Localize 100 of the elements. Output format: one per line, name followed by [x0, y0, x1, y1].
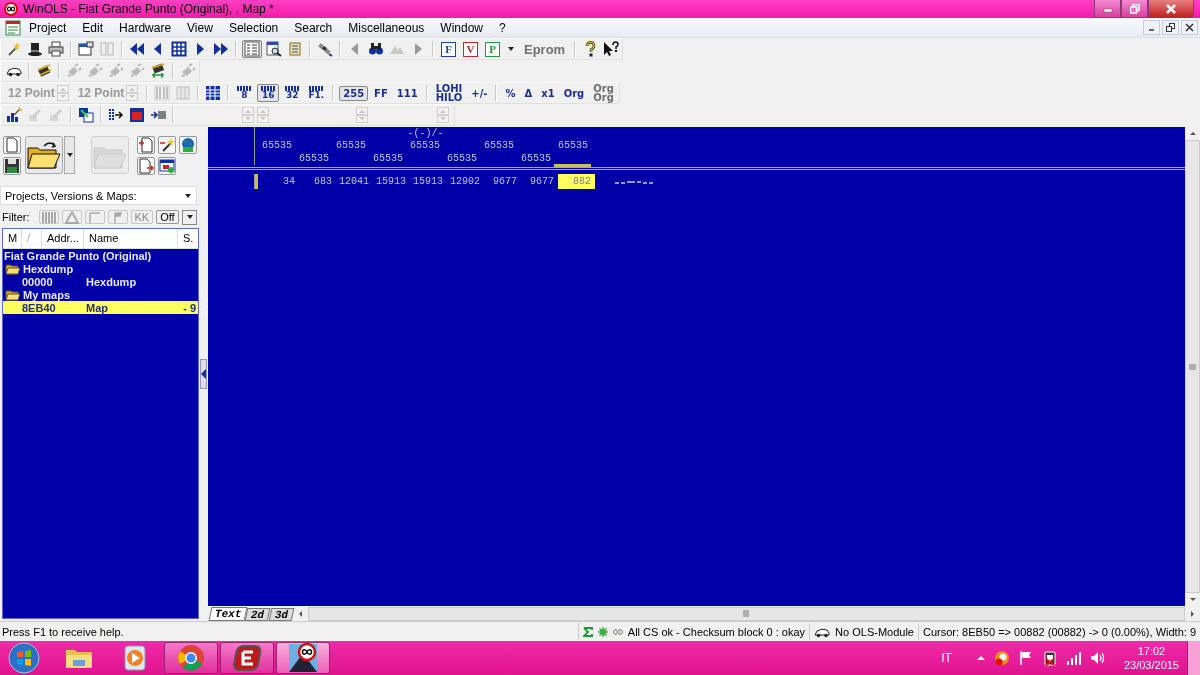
column-header: 65535 [372, 152, 404, 165]
dropdown-button[interactable] [182, 209, 197, 225]
double-right-arrow-icon[interactable] [213, 41, 229, 57]
menu-item[interactable]: Miscellaneous [340, 20, 433, 35]
view-tab[interactable]: Text [208, 607, 248, 621]
map-item[interactable]: 8EB40 Map - 9 [3, 301, 198, 314]
open-folder-button[interactable] [25, 136, 63, 174]
down-arrow-icon [1188, 596, 1197, 603]
window-icon [159, 157, 175, 174]
menu-item[interactable]: Edit [74, 20, 112, 35]
project-title[interactable]: Fiat Grande Punto (Original) [3, 249, 198, 262]
satellite-icon[interactable] [317, 41, 333, 57]
table-cell[interactable]: 34 [262, 174, 299, 189]
menu-item[interactable]: Selection [220, 20, 287, 35]
format-button[interactable]: +/- [468, 86, 491, 100]
chip-icon[interactable] [36, 63, 52, 79]
close-button[interactable] [1148, 0, 1194, 18]
window-icon[interactable] [129, 107, 145, 123]
filter-icon [41, 210, 56, 224]
maximize-button[interactable] [1121, 0, 1148, 18]
bit-width-button[interactable]: 8 [234, 85, 255, 101]
menu-item[interactable]: Search [286, 20, 341, 35]
bit-width-button[interactable]: F1. [305, 85, 328, 101]
bar-chart-icon[interactable] [6, 107, 22, 123]
mode-button[interactable]: V [463, 41, 478, 57]
format-button[interactable]: x1 [538, 86, 558, 100]
top-hat-icon[interactable] [27, 41, 43, 57]
window-icon[interactable] [78, 41, 94, 57]
folder-item[interactable]: My maps [3, 288, 198, 301]
format-button[interactable]: 255 [339, 85, 369, 101]
wand-button[interactable] [158, 135, 176, 154]
power-plug-icon[interactable] [1041, 650, 1058, 666]
wand-icon[interactable] [6, 41, 22, 57]
table-cell[interactable]: 15913 [373, 174, 410, 189]
map-item[interactable]: 00000 Hexdump [3, 275, 198, 288]
table-cell[interactable]: 9677 [484, 174, 521, 189]
table-cell[interactable]: 9677 [521, 174, 558, 189]
format-button[interactable]: 111 [393, 86, 421, 100]
start-button-icon[interactable] [8, 642, 40, 674]
clock[interactable]: 17:02 23/03/2015 [1123, 644, 1179, 672]
table-cell[interactable]: 12041 [336, 174, 373, 189]
collapse-button[interactable] [200, 359, 207, 389]
double-left-arrow-icon[interactable] [129, 41, 145, 57]
mode-button[interactable]: F [441, 41, 456, 57]
binoculars-icon[interactable] [368, 41, 384, 57]
menu-item[interactable]: ? [491, 20, 514, 35]
signal-bars-icon[interactable] [1065, 650, 1082, 666]
menu-item[interactable]: View [179, 20, 221, 35]
minimize-button[interactable] [1094, 0, 1121, 18]
taskbar-button[interactable] [220, 642, 274, 674]
table-cell[interactable]: 15913 [410, 174, 447, 189]
up-arrow-icon[interactable] [975, 654, 986, 662]
menu-item[interactable]: Project [21, 20, 75, 35]
format-button[interactable]: Org [560, 86, 588, 100]
view-tab[interactable]: 3d [268, 608, 295, 621]
format-button[interactable]: % [502, 86, 519, 100]
language-indicator[interactable]: IT [941, 651, 952, 665]
magnifier-button[interactable] [265, 40, 283, 58]
view-tab[interactable]: 2d [245, 608, 271, 621]
chip-icon[interactable] [150, 63, 166, 79]
format-button[interactable]: LOHI HILO [432, 82, 466, 104]
warning-circle-icon[interactable] [993, 650, 1010, 666]
filter-button[interactable]: Off [156, 210, 179, 224]
bit-width-button[interactable]: 32 [282, 85, 303, 101]
swap-icon[interactable] [78, 107, 94, 123]
floppy-disk-button[interactable] [3, 156, 21, 175]
table-cell[interactable]: 683 [299, 174, 336, 189]
dropdown-button[interactable] [64, 136, 75, 174]
taskbar-button[interactable] [276, 642, 330, 674]
flag-icon[interactable] [1017, 650, 1034, 666]
column-header: 65535 [483, 139, 515, 152]
restore-button[interactable] [1162, 20, 1179, 35]
folder-item[interactable]: Hexdump [3, 262, 198, 275]
status-text: Press F1 to receive help. [1, 625, 125, 638]
globe-button[interactable] [179, 135, 197, 154]
caret-icon[interactable] [507, 45, 515, 53]
table-cell[interactable]: 882 [558, 174, 595, 189]
column-header[interactable]: S. [178, 229, 198, 248]
grid-icon[interactable] [171, 41, 187, 57]
column-header[interactable]: Name [84, 229, 178, 248]
mode-button[interactable]: P [485, 41, 500, 57]
menu-item[interactable]: Hardware [111, 20, 180, 35]
menu-item[interactable]: Window [432, 20, 491, 35]
column-header[interactable]: Addr... [42, 229, 84, 248]
speaker-icon[interactable] [1089, 650, 1106, 666]
document-button[interactable] [137, 156, 155, 175]
printer-icon[interactable] [48, 41, 64, 57]
table-cell[interactable]: 12902 [447, 174, 484, 189]
caret-icon [65, 151, 74, 159]
show-desktop-button[interactable] [1187, 641, 1200, 675]
pointer-help-icon[interactable] [603, 41, 620, 57]
dropdown-field[interactable]: Projects, Versions & Maps: [0, 186, 197, 205]
column-header[interactable]: M [3, 229, 22, 248]
bit-width-button[interactable]: 16 [257, 84, 280, 102]
column-adjust-icon[interactable] [108, 107, 124, 123]
window-button[interactable] [158, 156, 176, 175]
document-button[interactable] [137, 135, 155, 154]
format-button[interactable]: FF [371, 86, 391, 100]
app-logo-icon [231, 642, 263, 674]
format-button[interactable]: Δ [521, 86, 536, 100]
